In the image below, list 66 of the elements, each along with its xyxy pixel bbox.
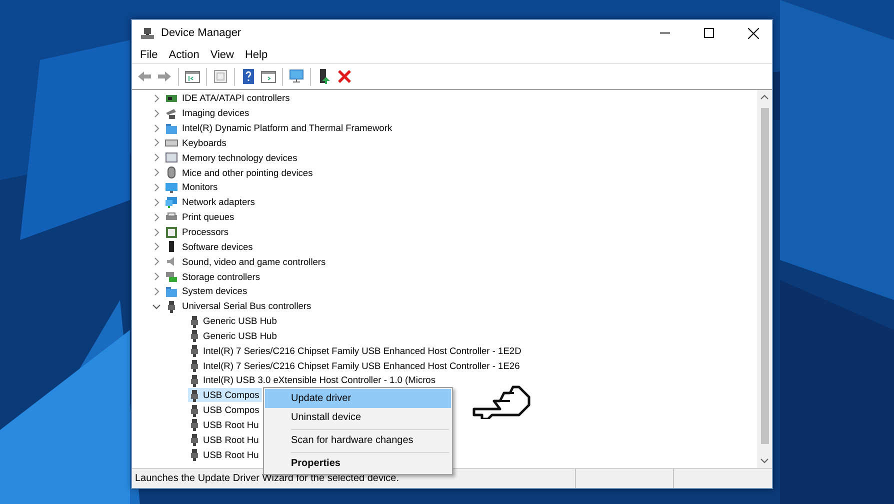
- camera-icon: [165, 106, 178, 120]
- menu-item[interactable]: Action: [164, 48, 206, 60]
- monitor-scan-icon[interactable]: [288, 68, 305, 85]
- tree-item[interactable]: Processors: [182, 227, 228, 238]
- usb-plug-icon: [188, 329, 201, 342]
- memory-card-icon: [165, 151, 178, 164]
- usb-plug-icon: [188, 448, 201, 462]
- usb-plug-icon: [188, 404, 201, 417]
- monitor-icon: [165, 180, 178, 194]
- processor-icon: [165, 226, 178, 239]
- computer-icon: [140, 26, 155, 40]
- context-menu-item[interactable]: Uninstall device: [265, 408, 451, 427]
- usb-plug-icon: [188, 344, 201, 358]
- usb-plug-icon: [188, 433, 201, 446]
- tree-item[interactable]: USB Root Hu: [188, 418, 262, 432]
- tree-item[interactable]: Imaging devices: [182, 108, 250, 118]
- usb-plug-icon: [188, 374, 201, 387]
- usb-plug-icon: [188, 314, 201, 328]
- close-icon[interactable]: [748, 28, 758, 38]
- tree-item[interactable]: Memory technology devices: [182, 152, 298, 163]
- usb-plug-icon: [188, 359, 201, 372]
- context-menu-item[interactable]: Scan for hardware changes: [265, 431, 451, 450]
- tree-item[interactable]: Intel(R) 7 Series/C216 Chipset Family USB Enhanced Host Controller - 1E26: [188, 358, 523, 373]
- tree-item[interactable]: IDE ATA/ATAPI controllers: [182, 93, 290, 104]
- storage-icon: [165, 270, 178, 284]
- usb-plug-icon: [165, 300, 178, 313]
- tree-item[interactable]: Generic USB Hub: [188, 328, 280, 343]
- tree-item[interactable]: Software devices: [182, 242, 253, 252]
- tree-item[interactable]: Universal Serial Bus controllers: [182, 301, 312, 312]
- folder-icon: [165, 284, 178, 298]
- menu-item[interactable]: File: [136, 48, 165, 60]
- scrollbar[interactable]: [757, 90, 772, 468]
- maximize-icon[interactable]: [704, 28, 714, 38]
- tree-item[interactable]: Network adapters: [182, 197, 255, 208]
- tree-item[interactable]: Keyboards: [182, 138, 226, 148]
- usb-plug-icon: [188, 388, 201, 402]
- network-icon: [165, 196, 178, 209]
- console-tree-icon[interactable]: [184, 68, 201, 85]
- tree-item[interactable]: Storage controllers: [182, 272, 260, 282]
- tree-item[interactable]: Mice and other pointing devices: [182, 168, 313, 178]
- mouse-icon: [165, 166, 178, 180]
- properties-icon[interactable]: [212, 68, 229, 85]
- tree-item[interactable]: USB Root Hu: [188, 432, 262, 447]
- menu-item[interactable]: View: [206, 48, 241, 60]
- context-menu-item[interactable]: Properties: [265, 454, 451, 473]
- usb-plug-icon: [188, 418, 201, 432]
- tree-item[interactable]: Monitors: [182, 182, 218, 192]
- scroll-up-icon[interactable]: [760, 93, 769, 102]
- close-x-icon[interactable]: [336, 68, 353, 85]
- tree-item[interactable]: Intel(R) 7 Series/C216 Chipset Family USB Enhanced Host Controller - 1E2D: [188, 344, 524, 358]
- tree-item[interactable]: System devices: [182, 286, 248, 296]
- tree-item[interactable]: Intel(R) USB 3.0 eXtensible Host Controller - 1.0 (Micros: [188, 373, 439, 388]
- tree-item[interactable]: USB Compos: [188, 403, 262, 418]
- tree-item[interactable]: Print queues: [182, 212, 234, 222]
- help-icon[interactable]: [240, 68, 257, 85]
- menu-item[interactable]: Help: [240, 48, 275, 60]
- window-title: Device Manager: [161, 27, 242, 39]
- context-menu-item[interactable]: Update driver: [265, 389, 451, 408]
- tree-item[interactable]: Intel(R) Dynamic Platform and Thermal Framework: [182, 123, 392, 134]
- tree-item[interactable]: Sound, video and game controllers: [182, 256, 326, 267]
- tree-item[interactable]: USB Compos: [188, 388, 262, 402]
- folder-icon: [165, 122, 178, 135]
- tree-item[interactable]: Generic USB Hub: [188, 314, 280, 328]
- action-pane-icon[interactable]: [260, 68, 277, 85]
- scroll-down-icon[interactable]: [760, 456, 769, 465]
- tree-item[interactable]: USB Root Hu: [188, 448, 262, 462]
